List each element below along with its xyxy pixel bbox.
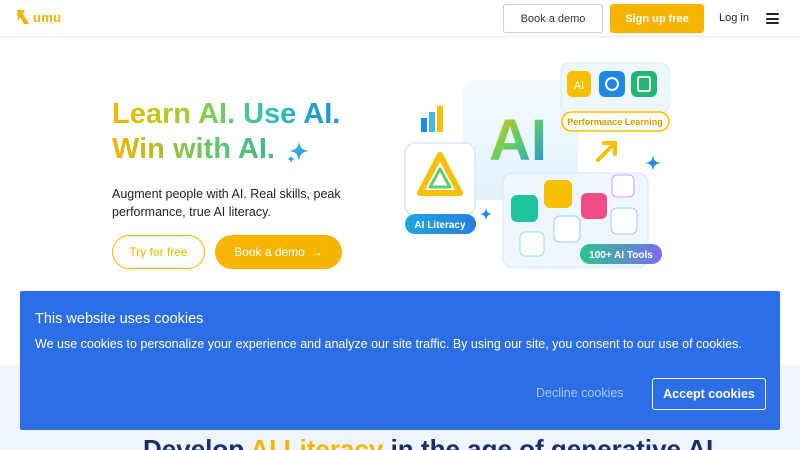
accept-cookies-button[interactable]: Accept cookies — [652, 378, 766, 410]
user-tool-icon — [610, 207, 638, 235]
sign-up-button[interactable]: Sign up free — [610, 4, 704, 33]
section-title: Develop AI Literacy in the age of genera… — [143, 434, 713, 450]
performance-learning-label: Performance Learning — [567, 117, 663, 127]
ai-big-text: AI — [489, 108, 547, 173]
sparkle-small-icon-2 — [480, 207, 492, 221]
document-icon — [631, 71, 657, 97]
image-tool-icon — [519, 231, 545, 257]
section-title-post: in the age of generative AI — [383, 434, 714, 450]
ai-tile-label: AI — [574, 80, 584, 92]
site-header: umu Book a demo Sign up free Log in — [0, 0, 800, 37]
ai-tools-label: 100+ AI Tools — [589, 250, 653, 261]
pen-tool-icon — [544, 180, 572, 208]
hero-book-demo-label: Book a demo — [234, 245, 305, 259]
log-in-link[interactable]: Log in — [719, 12, 749, 24]
cookie-banner: This website uses cookies We use cookies… — [20, 291, 780, 430]
bar-chart-icon — [421, 106, 443, 132]
logo-text: umu — [33, 9, 62, 25]
grid-tool-icon — [581, 193, 607, 219]
cookie-banner-text: We use cookies to personalize your exper… — [35, 337, 742, 351]
robot-icon — [599, 71, 625, 97]
sparkle-small-icon — [645, 155, 661, 171]
cookie-banner-title: This website uses cookies — [35, 311, 204, 327]
try-for-free-button[interactable]: Try for free — [112, 235, 205, 269]
form-tool-icon — [611, 174, 635, 198]
section-title-highlight: AI Literacy — [250, 434, 384, 450]
edit-tool-icon — [511, 195, 538, 222]
book-demo-button[interactable]: Book a demo — [503, 4, 603, 33]
translate-tool-icon — [553, 215, 581, 243]
arrow-up-right-icon — [596, 141, 617, 162]
umu-logo-icon — [17, 10, 29, 24]
section-title-pre: Develop — [143, 434, 251, 450]
hero-subtitle: Augment people with AI. Real skills, pea… — [112, 187, 341, 219]
arrow-right-icon: → — [310, 245, 323, 259]
hero-book-demo-button[interactable]: Book a demo → — [215, 235, 342, 269]
sparkle-icon — [287, 141, 309, 163]
menu-icon[interactable] — [766, 13, 779, 24]
decline-cookies-button[interactable]: Decline cookies — [536, 386, 624, 400]
umu-logo[interactable]: umu — [15, 8, 61, 26]
ai-illustration: AI AI Performance Learning AI Literacy 1… — [404, 62, 670, 269]
hero-title-line-1: Learn AI. Use AI. — [112, 98, 341, 130]
ai-literacy-label: AI Literacy — [414, 220, 466, 231]
